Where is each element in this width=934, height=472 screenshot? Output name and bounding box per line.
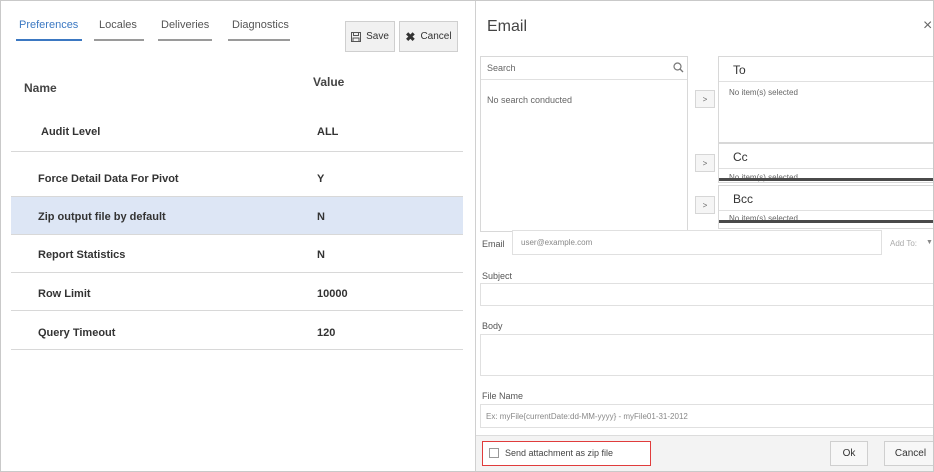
chevron-right-icon: >: [702, 200, 708, 210]
email-placeholder: user@example.com: [521, 238, 593, 247]
file-name-label: File Name: [482, 391, 524, 401]
search-input[interactable]: Search: [481, 57, 687, 80]
close-icon[interactable]: ×: [923, 17, 932, 35]
close-icon: ✖: [405, 29, 416, 44]
row-name: Zip output file by default: [38, 211, 166, 223]
email-label: Email: [482, 239, 505, 249]
tab-preferences-underline: [16, 39, 82, 41]
add-cc-button[interactable]: >: [695, 154, 715, 172]
cc-label: Cc: [733, 150, 748, 164]
save-icon: [351, 31, 362, 42]
save-button[interactable]: Save: [345, 21, 395, 52]
row-name: Force Detail Data For Pivot: [38, 173, 179, 185]
dialog-title: Email: [487, 18, 528, 35]
dialog-cancel-label: Cancel: [894, 448, 927, 459]
chevron-right-icon: >: [702, 158, 708, 168]
add-to-button[interactable]: >: [695, 90, 715, 108]
tab-diagnostics[interactable]: Diagnostics: [232, 19, 289, 31]
file-name-field[interactable]: Ex: myFile{currentDate:dd-MM-yyyy} - myF…: [480, 404, 933, 428]
email-field[interactable]: user@example.com: [512, 230, 882, 255]
email-dialog: Email × Search No search conducted > > >…: [475, 1, 933, 471]
to-status: No item(s) selected: [729, 88, 798, 97]
search-status: No search conducted: [487, 95, 573, 105]
cancel-button[interactable]: ✖ Cancel: [399, 21, 458, 52]
body-field[interactable]: [480, 334, 933, 376]
zip-checkbox-highlight: Send attachment as zip file: [482, 441, 651, 466]
table-row[interactable]: Report Statistics N: [11, 235, 463, 273]
row-name: Audit Level: [41, 126, 101, 138]
app-frame: Preferences Locales Deliveries Diagnosti…: [0, 0, 934, 472]
save-button-label: Save: [366, 31, 389, 42]
body-label: Body: [482, 321, 503, 331]
tab-locales-underline: [94, 39, 144, 41]
tab-locales[interactable]: Locales: [99, 19, 137, 31]
row-value: N: [317, 249, 325, 261]
search-placeholder: Search: [487, 63, 516, 73]
subject-field[interactable]: [480, 283, 933, 306]
to-list[interactable]: To No item(s) selected: [718, 56, 933, 143]
search-panel: Search No search conducted: [480, 56, 688, 232]
table-row[interactable]: Query Timeout 120: [11, 311, 463, 350]
cancel-button-label: Cancel: [420, 31, 452, 42]
ok-button-label: Ok: [842, 448, 856, 459]
search-icon[interactable]: [673, 62, 684, 73]
table-row[interactable]: Row Limit 10000: [11, 273, 463, 311]
tab-deliveries-underline: [158, 39, 212, 41]
tab-preferences[interactable]: Preferences: [19, 19, 78, 31]
dialog-footer: Send attachment as zip file Ok Cancel: [476, 435, 933, 471]
add-bcc-button[interactable]: >: [695, 196, 715, 214]
table-row[interactable]: Audit Level ALL: [11, 113, 463, 152]
zip-checkbox[interactable]: [489, 448, 499, 458]
table-row-selected[interactable]: Zip output file by default N: [11, 197, 463, 235]
row-value: Y: [317, 173, 325, 185]
chevron-right-icon: >: [702, 94, 708, 104]
column-header-value: Value: [313, 75, 345, 89]
tab-diagnostics-underline: [228, 39, 290, 41]
row-name: Query Timeout: [38, 327, 116, 339]
cc-scrollbar[interactable]: [719, 178, 933, 181]
ok-button[interactable]: Ok: [830, 441, 868, 466]
zip-checkbox-label[interactable]: Send attachment as zip file: [505, 448, 613, 458]
bcc-scrollbar[interactable]: [719, 220, 933, 223]
add-to-dropdown[interactable]: Add To:: [890, 239, 917, 248]
dialog-cancel-button[interactable]: Cancel: [884, 441, 933, 466]
to-label: To: [733, 63, 746, 77]
preferences-pane: Preferences Locales Deliveries Diagnosti…: [1, 1, 475, 471]
cc-list[interactable]: Cc No item(s) selected: [718, 143, 933, 183]
row-value: N: [317, 211, 325, 223]
row-name: Report Statistics: [38, 249, 126, 261]
tab-deliveries[interactable]: Deliveries: [161, 19, 209, 31]
row-value: 120: [317, 327, 336, 339]
row-value: 10000: [317, 288, 348, 300]
column-header-name: Name: [24, 81, 57, 95]
file-name-placeholder: Ex: myFile{currentDate:dd-MM-yyyy} - myF…: [486, 412, 688, 421]
chevron-down-icon[interactable]: ▼: [926, 239, 933, 246]
bcc-label: Bcc: [733, 192, 754, 206]
row-value: ALL: [317, 126, 339, 138]
bcc-list[interactable]: Bcc No item(s) selected: [718, 185, 933, 229]
table-row[interactable]: Force Detail Data For Pivot Y: [11, 160, 463, 197]
row-name: Row Limit: [38, 288, 91, 300]
subject-label: Subject: [482, 271, 513, 281]
